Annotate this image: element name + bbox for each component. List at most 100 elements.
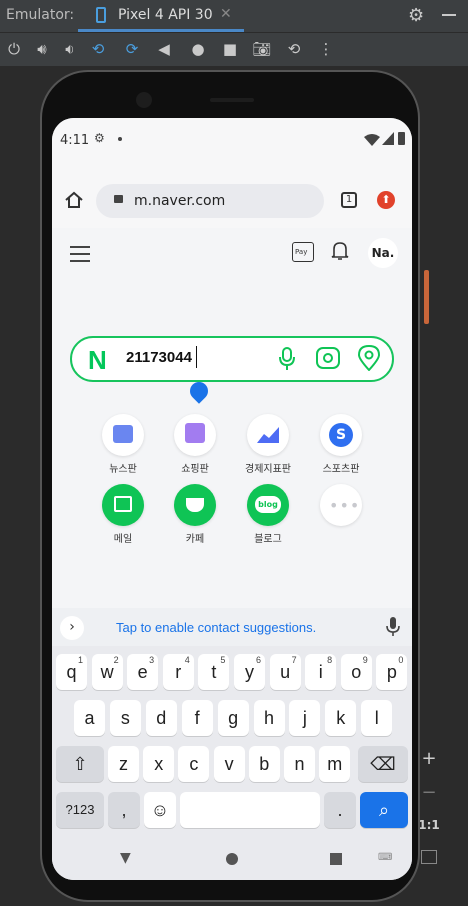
- tab-count-button[interactable]: 1: [341, 192, 357, 208]
- more-vert-icon[interactable]: ⋮: [316, 39, 336, 59]
- device-screen: 4:11 ⚙ m.naver.com 1 ⬆ Pay Na. N 2117304…: [52, 118, 412, 880]
- key-l[interactable]: l: [361, 700, 393, 736]
- key-z[interactable]: z: [108, 746, 139, 782]
- zoom-reset-button[interactable]: 1:1: [417, 818, 441, 832]
- emoji-key[interactable]: ☺: [144, 792, 176, 828]
- key-y[interactable]: y6: [234, 654, 265, 690]
- suggestion-text[interactable]: Tap to enable contact suggestions.: [116, 620, 316, 635]
- key-m[interactable]: m: [319, 746, 351, 782]
- app-blog[interactable]: blog: [247, 484, 289, 526]
- key-g[interactable]: g: [217, 700, 249, 736]
- signal-icon: [382, 132, 394, 145]
- lens-icon[interactable]: [316, 347, 340, 369]
- app-sports[interactable]: S: [320, 414, 362, 456]
- tab-device[interactable]: Pixel 4 API 30 ✕: [78, 0, 244, 32]
- tab-close-icon[interactable]: ✕: [220, 6, 232, 22]
- tab-title: Pixel 4 API 30: [118, 7, 213, 23]
- minimize-icon[interactable]: [442, 14, 456, 16]
- address-bar[interactable]: m.naver.com: [96, 184, 324, 218]
- url-text[interactable]: m.naver.com: [134, 193, 225, 209]
- key-i[interactable]: i8: [305, 654, 337, 690]
- power-icon[interactable]: ⏻: [4, 39, 24, 59]
- key-hint-7: 7: [291, 655, 297, 665]
- search-box[interactable]: N 21173044: [70, 336, 394, 382]
- pay-icon[interactable]: Pay: [292, 242, 314, 262]
- zoom-in-button[interactable]: +: [417, 748, 441, 769]
- menu-icon[interactable]: [70, 246, 90, 262]
- period-key[interactable]: .: [324, 792, 356, 828]
- key-j[interactable]: j: [289, 700, 321, 736]
- volume-down-icon[interactable]: 🔉︎: [60, 39, 80, 59]
- key-h[interactable]: h: [253, 700, 285, 736]
- snapshot-icon[interactable]: ⟲: [284, 39, 304, 59]
- key-r[interactable]: r4: [162, 654, 194, 690]
- key-hint-8: 8: [327, 655, 333, 665]
- zoom-out-button[interactable]: −: [417, 782, 441, 803]
- key-k[interactable]: k: [325, 700, 357, 736]
- key-x[interactable]: x: [143, 746, 175, 782]
- key-b[interactable]: b: [248, 746, 280, 782]
- rotate-left-icon[interactable]: ⟲: [88, 39, 108, 59]
- app-cafe[interactable]: [174, 484, 216, 526]
- key-q[interactable]: q1: [56, 654, 87, 690]
- power-side-button[interactable]: [424, 270, 429, 324]
- key-w[interactable]: w2: [91, 654, 123, 690]
- key-n[interactable]: n: [284, 746, 315, 782]
- gear-icon[interactable]: ⚙: [408, 5, 424, 26]
- keyboard-switch-icon[interactable]: ⌨: [378, 852, 392, 863]
- back-icon[interactable]: ◀: [154, 39, 174, 59]
- profile-avatar[interactable]: Na.: [368, 238, 398, 268]
- emulator-toolbar: ⏻ 🔊︎ 🔉︎ ⟲ ⟳ ◀ ● ■ 📷︎ ⟲ ⋮: [0, 33, 468, 65]
- naver-page: Pay Na. N 21173044 뉴스판 쇼핑판 경제지표판 S 스포츠판: [52, 228, 412, 770]
- key-p[interactable]: p0: [376, 654, 408, 690]
- key-s[interactable]: s: [109, 700, 141, 736]
- symbols-key[interactable]: ?123: [56, 792, 104, 828]
- microphone-icon[interactable]: [386, 617, 400, 637]
- search-key[interactable]: ⌕: [360, 792, 408, 828]
- update-icon[interactable]: ⬆: [377, 191, 395, 209]
- key-a[interactable]: a: [74, 700, 105, 736]
- browser-toolbar: m.naver.com 1 ⬆: [52, 164, 412, 229]
- key-v[interactable]: v: [213, 746, 245, 782]
- chart-trend-icon: [257, 427, 279, 443]
- shift-key[interactable]: ⇧: [56, 746, 104, 782]
- pay-label: Pay: [295, 248, 308, 256]
- chevron-right-icon[interactable]: ›: [60, 616, 84, 640]
- app-mail[interactable]: [102, 484, 144, 526]
- key-c[interactable]: c: [178, 746, 210, 782]
- front-camera: [136, 92, 152, 108]
- key-u[interactable]: u7: [269, 654, 301, 690]
- nav-home-icon[interactable]: [226, 853, 238, 865]
- key-o[interactable]: o9: [340, 654, 372, 690]
- backspace-key[interactable]: ⌫: [358, 746, 408, 782]
- location-pin-icon[interactable]: [358, 345, 380, 371]
- key-hint-1: 1: [77, 655, 83, 665]
- blog-icon: blog: [255, 496, 281, 513]
- emulator-titlebar: Emulator: Pixel 4 API 30 ✕ ⚙: [0, 0, 468, 33]
- nav-back-icon[interactable]: ▼: [120, 850, 131, 866]
- microphone-icon[interactable]: [278, 347, 296, 371]
- nav-recents-icon[interactable]: [330, 853, 342, 865]
- comma-key[interactable]: ,: [108, 792, 140, 828]
- battery-icon: [398, 132, 405, 145]
- text-selection-handle[interactable]: [186, 378, 212, 404]
- home-icon[interactable]: ●: [188, 39, 208, 59]
- home-icon[interactable]: [64, 191, 84, 209]
- rotate-right-icon[interactable]: ⟳: [122, 39, 142, 59]
- bell-icon[interactable]: [330, 240, 350, 262]
- key-e[interactable]: e3: [127, 654, 159, 690]
- volume-up-icon[interactable]: 🔊︎: [32, 39, 52, 59]
- fit-screen-icon[interactable]: [421, 850, 437, 864]
- key-t[interactable]: t5: [198, 654, 230, 690]
- key-d[interactable]: d: [145, 700, 177, 736]
- app-shopping[interactable]: [174, 414, 216, 456]
- search-input[interactable]: 21173044: [126, 349, 192, 366]
- camera-icon[interactable]: 📷︎: [252, 39, 272, 59]
- key-f[interactable]: f: [181, 700, 213, 736]
- app-news[interactable]: [102, 414, 144, 456]
- app-more[interactable]: •••: [320, 484, 362, 526]
- space-key[interactable]: [180, 792, 320, 828]
- status-time: 4:11: [60, 133, 90, 148]
- overview-icon[interactable]: ■: [220, 39, 240, 59]
- app-economy[interactable]: [247, 414, 289, 456]
